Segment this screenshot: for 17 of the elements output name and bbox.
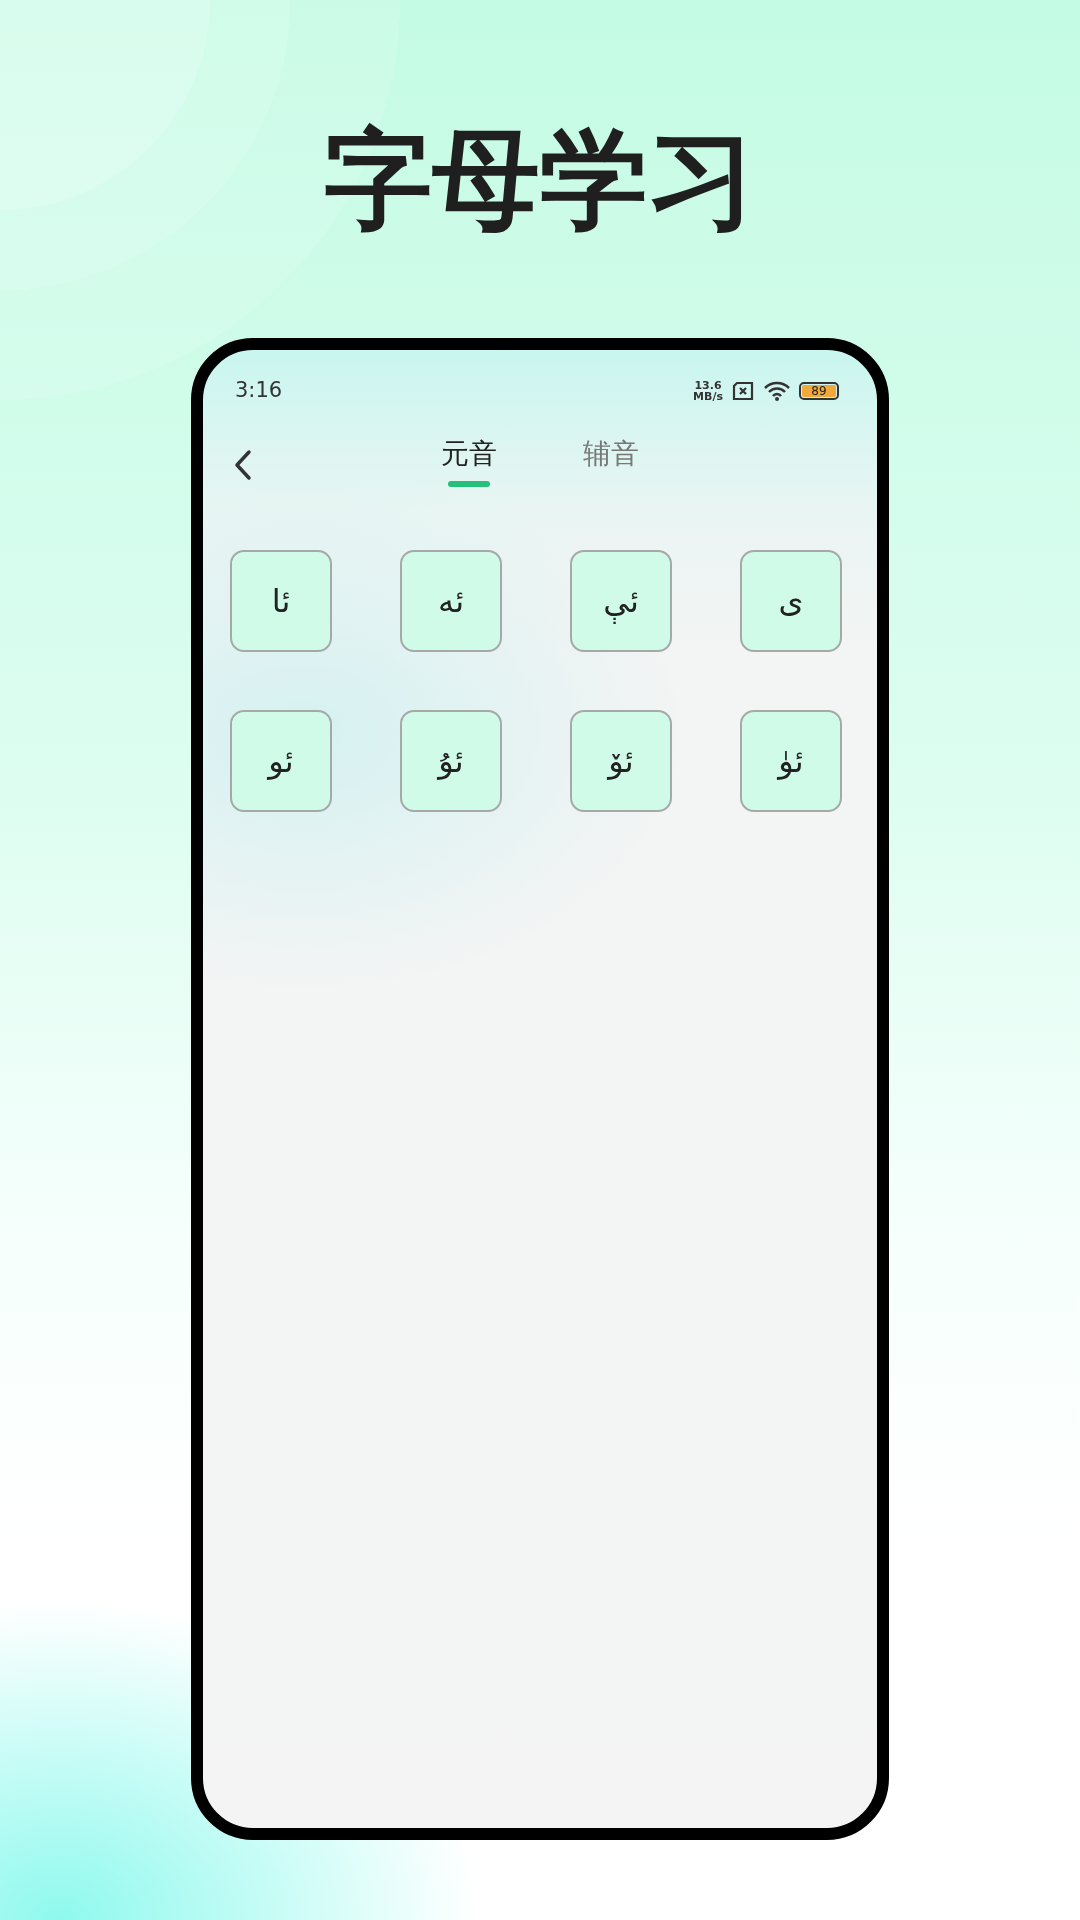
status-time: 3:16 — [235, 377, 283, 405]
letter-tile[interactable]: ئۇ — [400, 710, 502, 812]
wifi-icon — [763, 380, 791, 402]
back-button[interactable] — [233, 449, 253, 481]
letter-tile[interactable]: ئۈ — [740, 710, 842, 812]
sim-card-icon — [731, 381, 755, 401]
letter-tile[interactable]: ئە — [400, 550, 502, 652]
battery-indicator: 89 — [799, 382, 839, 400]
page-headline: 字母学习 — [324, 116, 756, 244]
letter-tile[interactable]: ئۆ — [570, 710, 672, 812]
letter-tile[interactable]: ئې — [570, 550, 672, 652]
tab[interactable]: 元音 — [441, 433, 497, 497]
tab[interactable]: 辅音 — [583, 433, 639, 497]
letter-tile[interactable]: ى — [740, 550, 842, 652]
network-speed: 13.6 MB/s — [693, 380, 723, 402]
letter-tile[interactable]: ئا — [230, 550, 332, 652]
letter-tile[interactable]: ئو — [230, 710, 332, 812]
